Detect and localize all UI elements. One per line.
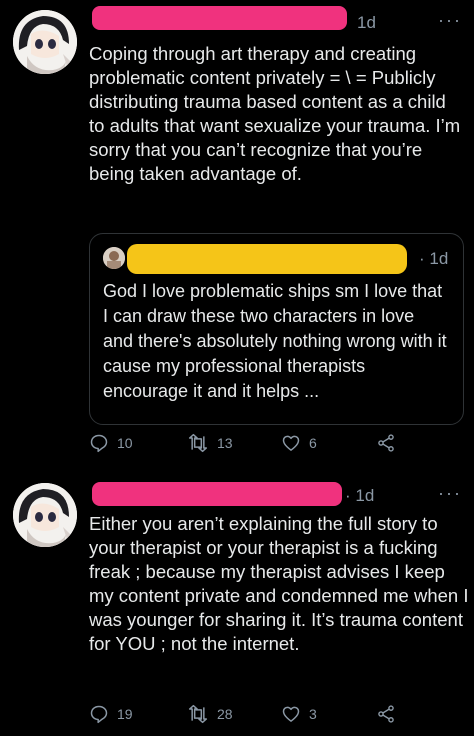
like-button[interactable]: 3 [281, 704, 317, 724]
reply-button[interactable]: 10 [89, 433, 133, 453]
more-icon[interactable]: ··· [438, 483, 462, 504]
redacted-username [92, 482, 342, 506]
redacted-quote-username [127, 244, 407, 274]
reply-button[interactable]: 19 [89, 704, 133, 724]
share-icon [378, 434, 394, 452]
avatar-illustration [13, 483, 77, 547]
reply-count: 19 [117, 706, 133, 722]
tweet-text: Either you aren’t explaining the full st… [89, 513, 469, 654]
like-icon [282, 706, 300, 722]
quoted-tweet[interactable]: · 1d God I love problematic ships sm I l… [89, 233, 464, 425]
reply-count: 10 [117, 435, 133, 451]
tweet-1[interactable]: 1d ··· Coping through art therapy and cr… [0, 0, 474, 475]
like-count: 6 [309, 435, 317, 451]
tweet-actions: 19 28 3 [89, 704, 429, 728]
retweet-count: 28 [217, 706, 233, 722]
more-icon[interactable]: ··· [438, 10, 462, 31]
share-button[interactable] [376, 704, 404, 724]
share-icon [378, 705, 394, 723]
retweet-button[interactable]: 13 [187, 433, 233, 453]
quote-text: God I love problematic ships sm I love t… [103, 281, 447, 401]
retweet-button[interactable]: 28 [187, 704, 233, 724]
quote-timestamp[interactable]: · 1d [419, 249, 448, 269]
reply-icon [90, 434, 108, 453]
tweet-2[interactable]: · 1d ··· Either you aren’t explaining th… [0, 475, 474, 736]
redacted-username [92, 6, 347, 30]
like-icon [282, 435, 300, 451]
like-button[interactable]: 6 [281, 433, 317, 453]
retweet-count: 13 [217, 435, 233, 451]
retweet-icon [188, 433, 208, 453]
timestamp[interactable]: 1d [357, 13, 376, 33]
tweet-actions: 10 13 6 [89, 433, 429, 457]
share-button[interactable] [376, 433, 404, 453]
quote-avatar [103, 247, 125, 269]
timestamp[interactable]: · 1d [345, 486, 374, 506]
avatar[interactable] [13, 10, 77, 74]
like-count: 3 [309, 706, 317, 722]
avatar-illustration [13, 10, 77, 74]
retweet-icon [188, 704, 208, 724]
quote-avatar-illustration [103, 247, 125, 269]
avatar[interactable] [13, 483, 77, 547]
reply-icon [90, 705, 108, 724]
tweet-text: Coping through art therapy and creating … [89, 43, 461, 184]
